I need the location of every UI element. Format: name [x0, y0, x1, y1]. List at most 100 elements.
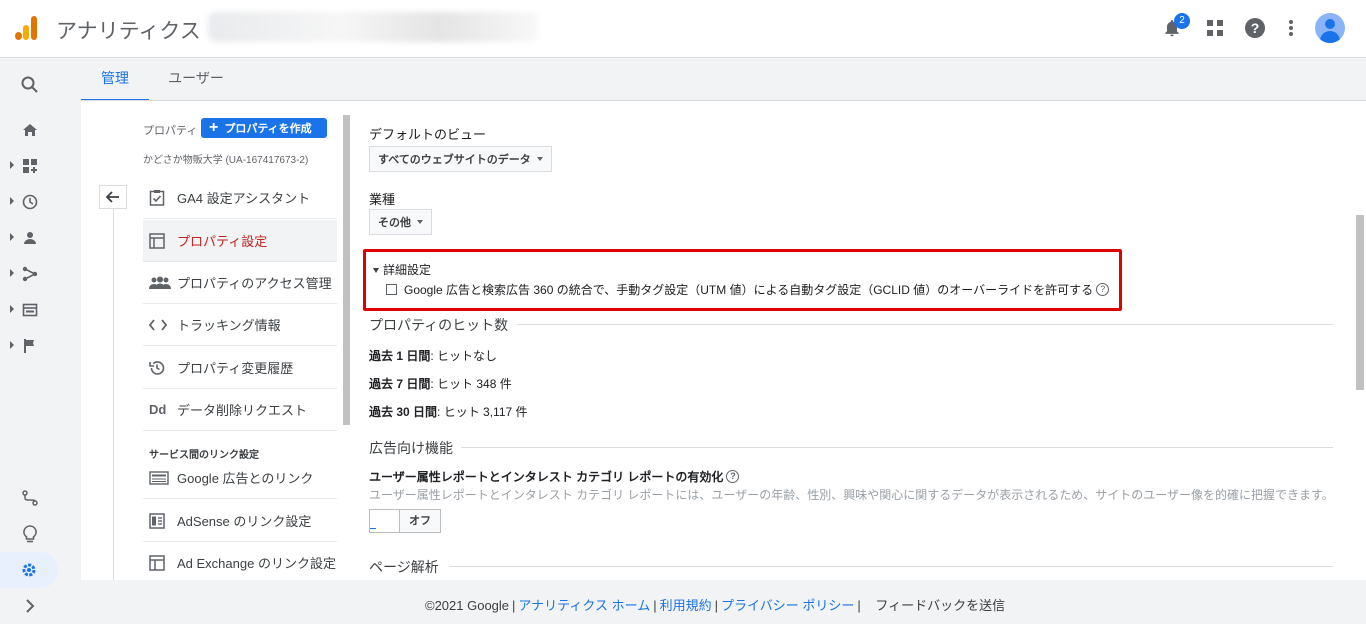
code-icon	[143, 318, 177, 331]
left-nav-rail	[0, 58, 60, 624]
tab-admin[interactable]: 管理	[81, 58, 149, 101]
footer-link-analytics-home[interactable]: アナリティクス ホーム	[518, 598, 650, 613]
audience-person-icon[interactable]	[0, 220, 60, 256]
adsense-icon	[143, 512, 177, 529]
admin-tabs: 管理 ユーザー	[81, 58, 1366, 101]
tab-user[interactable]: ユーザー	[161, 58, 231, 101]
nav-item-google-ads-link[interactable]: Google 広告とのリンク	[143, 457, 337, 499]
footer-link-terms[interactable]: 利用規約	[660, 598, 712, 613]
nav-item-label: データ削除リクエスト	[177, 403, 308, 418]
nav-item-ga4-setup[interactable]: GA4 設定アシスタント	[143, 177, 337, 219]
default-view-value: すべてのウェブサイトのデータ	[378, 154, 531, 166]
property-selector-blurred[interactable]	[208, 12, 538, 42]
nav-item-label: Google 広告とのリンク	[177, 471, 314, 486]
ads-features-title: 広告向け機能	[369, 440, 453, 456]
feedback-link[interactable]: フィードバックを送信	[875, 598, 1005, 613]
home-icon[interactable]	[0, 112, 60, 148]
nav-item-access-management[interactable]: プロパティのアクセス管理	[143, 262, 337, 304]
nav-item-property-settings[interactable]: プロパティ設定	[143, 220, 337, 262]
nav-item-ad-exchange-link[interactable]: Ad Exchange のリンク設定	[143, 542, 337, 580]
ads-icon	[143, 470, 177, 485]
top-app-bar: アナリティクス 2 ?	[0, 0, 1366, 58]
advanced-settings-toggle[interactable]: 詳細設定	[373, 261, 431, 278]
help-icon[interactable]: ?	[1243, 16, 1267, 40]
app-title[interactable]: アナリティクス	[56, 15, 201, 45]
acquisition-icon[interactable]	[0, 256, 60, 292]
manual-tagging-override-row: Google 広告と検索広告 360 の統合で、手動タグ設定（UTM 値）による…	[386, 281, 1110, 298]
help-icon[interactable]: ?	[726, 470, 740, 483]
nav-item-label: プロパティのアクセス管理	[177, 276, 332, 291]
conversions-flag-icon[interactable]	[0, 328, 60, 364]
expand-triangle-icon	[373, 268, 379, 274]
advanced-settings-title: 詳細設定	[383, 263, 432, 277]
svg-text:?: ?	[1251, 20, 1260, 36]
help-icon[interactable]: ?	[1096, 283, 1110, 296]
plus-icon: +	[209, 119, 219, 136]
realtime-clock-icon[interactable]	[0, 184, 60, 220]
demographics-label-row: ユーザー属性レポートとインタレスト カテゴリ レポートの有効化 ?	[369, 468, 740, 485]
section-divider	[517, 324, 1333, 325]
admin-content-panel: プロパティ + プロパティを作成 かどさか物販大学 (UA-167417673-…	[81, 101, 1366, 580]
property-label: プロパティ	[143, 125, 198, 137]
demographics-toggle[interactable]: オフ	[369, 509, 441, 533]
behavior-icon[interactable]	[0, 292, 60, 328]
nav-item-label: GA4 設定アシスタント	[177, 191, 311, 206]
history-icon	[143, 360, 177, 376]
more-vert-icon[interactable]	[1279, 16, 1303, 40]
manual-tagging-override-label: Google 広告と検索広告 360 の統合で、手動タグ設定（UTM 値）による…	[404, 283, 1094, 297]
hits-row-7days: 過去 7 日間: ヒット 348 件	[369, 377, 512, 391]
copyright: ©2021 Google	[425, 598, 510, 613]
toggle-on-side[interactable]	[370, 510, 400, 532]
default-view-dropdown[interactable]: すべてのウェブサイトのデータ	[369, 146, 552, 172]
nav-item-label: プロパティ設定	[177, 234, 268, 249]
page-analysis-title: ページ解析	[369, 559, 439, 575]
column-divider	[113, 209, 114, 580]
demographics-description: ユーザー属性レポートとインタレスト カテゴリ レポートには、ユーザーの年齢、性別…	[369, 488, 1334, 502]
lightbulb-icon[interactable]	[0, 516, 60, 552]
analytics-logo-icon[interactable]	[12, 14, 40, 42]
dropdown-arrow-icon	[536, 157, 543, 161]
arrow-left-icon	[106, 191, 119, 203]
industry-value: その他	[378, 217, 411, 229]
manual-tagging-override-checkbox[interactable]	[386, 284, 397, 295]
industry-dropdown[interactable]: その他	[369, 209, 432, 235]
hits-row-30days: 過去 30 日間: ヒット 3,117 件	[369, 405, 528, 419]
hits-section-title: プロパティのヒット数	[369, 317, 509, 333]
account-avatar[interactable]	[1315, 13, 1345, 43]
nav-item-label: AdSense のリンク設定	[177, 514, 312, 529]
footer-link-privacy[interactable]: プライバシー ポリシー	[721, 598, 854, 613]
nav-item-change-history[interactable]: プロパティ変更履歴	[143, 347, 337, 389]
demographics-label: ユーザー属性レポートとインタレスト カテゴリ レポートの有効化	[369, 470, 724, 484]
nav-item-adsense-link[interactable]: AdSense のリンク設定	[143, 500, 337, 542]
people-icon	[143, 276, 177, 290]
property-selector[interactable]: かどさか物販大学 (UA-167417673-2)	[143, 151, 308, 166]
create-property-button[interactable]: + プロパティを作成	[201, 118, 327, 138]
footer: ©2021 Google | アナリティクス ホーム | 利用規約 | プライバシー ポリシ…	[425, 598, 1006, 613]
attribution-icon[interactable]	[0, 480, 60, 516]
back-button[interactable]	[99, 185, 127, 209]
section-divider	[461, 447, 1333, 448]
nav-item-label: トラッキング情報	[177, 318, 281, 333]
search-icon[interactable]	[0, 67, 60, 103]
nav-scrollbar[interactable]	[343, 115, 350, 425]
highlight-annotation-box	[363, 249, 1122, 311]
apps-icon[interactable]	[1203, 16, 1227, 40]
toggle-off-label[interactable]: オフ	[400, 510, 440, 532]
nav-item-label: Ad Exchange のリンク設定	[177, 556, 336, 571]
create-property-label: プロパティを作成	[224, 123, 312, 135]
industry-label: 業種	[369, 192, 396, 207]
notification-count-badge: 2	[1174, 13, 1190, 29]
clipboard-check-icon	[143, 189, 177, 206]
nav-item-data-deletion[interactable]: Dd データ削除リクエスト	[143, 389, 337, 431]
dd-icon: Dd	[149, 402, 167, 417]
nav-item-label: プロパティ変更履歴	[177, 361, 294, 376]
default-view-label: デフォルトのビュー	[369, 127, 487, 142]
layout-icon	[143, 232, 177, 249]
customization-icon[interactable]	[0, 148, 60, 184]
hits-row-1day: 過去 1 日間: ヒットなし	[369, 349, 498, 363]
section-divider	[449, 566, 1333, 567]
page-scrollbar[interactable]	[1356, 215, 1364, 390]
nav-item-tracking-info[interactable]: トラッキング情報	[143, 304, 337, 346]
dropdown-arrow-icon	[417, 220, 423, 224]
adx-icon	[143, 554, 177, 571]
